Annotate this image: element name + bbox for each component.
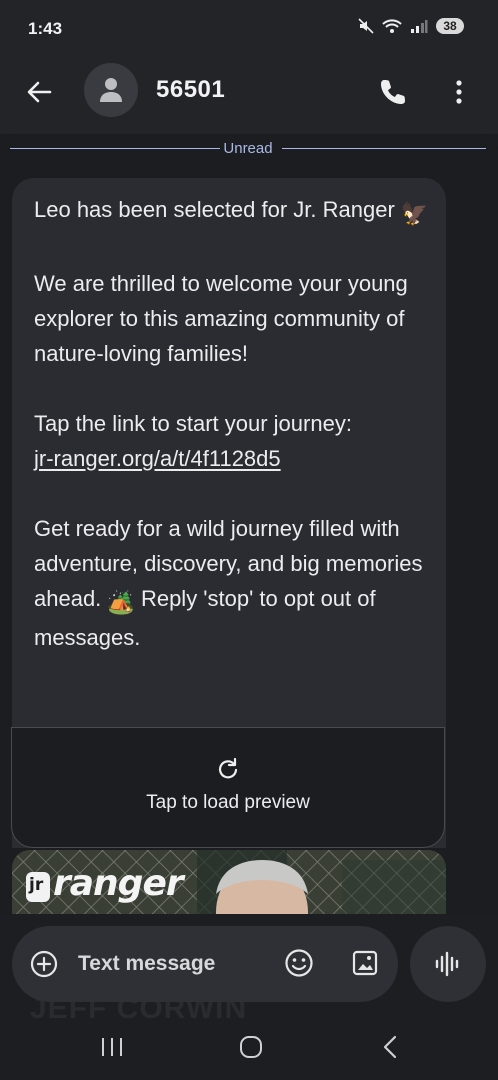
message-paragraph-1: Leo has been selected for Jr. Ranger 🦅: [34, 192, 434, 231]
waveform-icon: [435, 951, 459, 977]
load-preview-label: Tap to load preview: [146, 792, 310, 813]
message-line-3: Tap the link to start your journey:: [34, 411, 352, 436]
app-bar: 56501: [0, 58, 498, 134]
link-preview-card[interactable]: Tap to load preview: [11, 727, 445, 848]
logo-prefix: jr: [29, 875, 44, 895]
message-image[interactable]: jr ranger: [12, 850, 446, 914]
conversation-area[interactable]: Unread Leo has been selected for Jr. Ran…: [0, 134, 498, 1080]
eagle-emoji: 🦅: [400, 201, 429, 226]
status-icons: 38: [358, 18, 464, 34]
message-link[interactable]: jr-ranger.org/a/t/4f1128d5: [34, 446, 281, 471]
emoji-icon[interactable]: [284, 948, 314, 978]
status-time: 1:43: [28, 19, 63, 38]
unread-label: Unread: [10, 140, 486, 157]
nav-back-icon[interactable]: [380, 1034, 400, 1060]
unread-divider: Unread: [10, 138, 486, 158]
message-input[interactable]: [78, 950, 268, 978]
logo-text: ranger: [53, 863, 184, 904]
gallery-icon[interactable]: [351, 948, 379, 978]
unread-text: Unread: [220, 140, 276, 157]
contact-avatar[interactable]: [84, 63, 138, 117]
back-arrow-icon[interactable]: [22, 75, 56, 109]
recent-apps-icon[interactable]: [100, 1036, 124, 1058]
home-icon[interactable]: [238, 1034, 264, 1060]
signal-icon: [411, 20, 428, 33]
mute-icon: [358, 18, 374, 34]
status-bar: 1:43 38: [0, 0, 498, 58]
message-paragraph-3: Tap the link to start your journey: jr-ra…: [34, 406, 434, 476]
battery-indicator: 38: [436, 18, 464, 34]
message-paragraph-2: We are thrilled to welcome your young ex…: [34, 271, 408, 366]
person-icon: [100, 78, 122, 102]
wifi-icon: [382, 19, 402, 33]
more-options-icon[interactable]: [446, 75, 472, 109]
message-composer[interactable]: [12, 926, 398, 1002]
message-line-1: Leo has been selected for Jr. Ranger: [34, 197, 395, 222]
phone-icon[interactable]: [376, 75, 410, 109]
camping-emoji: 🏕️: [107, 590, 135, 615]
contact-name[interactable]: 56501: [156, 76, 225, 104]
refresh-icon: [218, 758, 238, 779]
add-attachment-icon[interactable]: [30, 950, 58, 978]
system-nav-bar: [0, 1010, 498, 1080]
voice-message-button[interactable]: [410, 926, 486, 1002]
message-paragraph-4: Get ready for a wild journey filled with…: [34, 511, 434, 655]
message-text: Leo has been selected for Jr. Ranger 🦅 W…: [34, 192, 434, 655]
